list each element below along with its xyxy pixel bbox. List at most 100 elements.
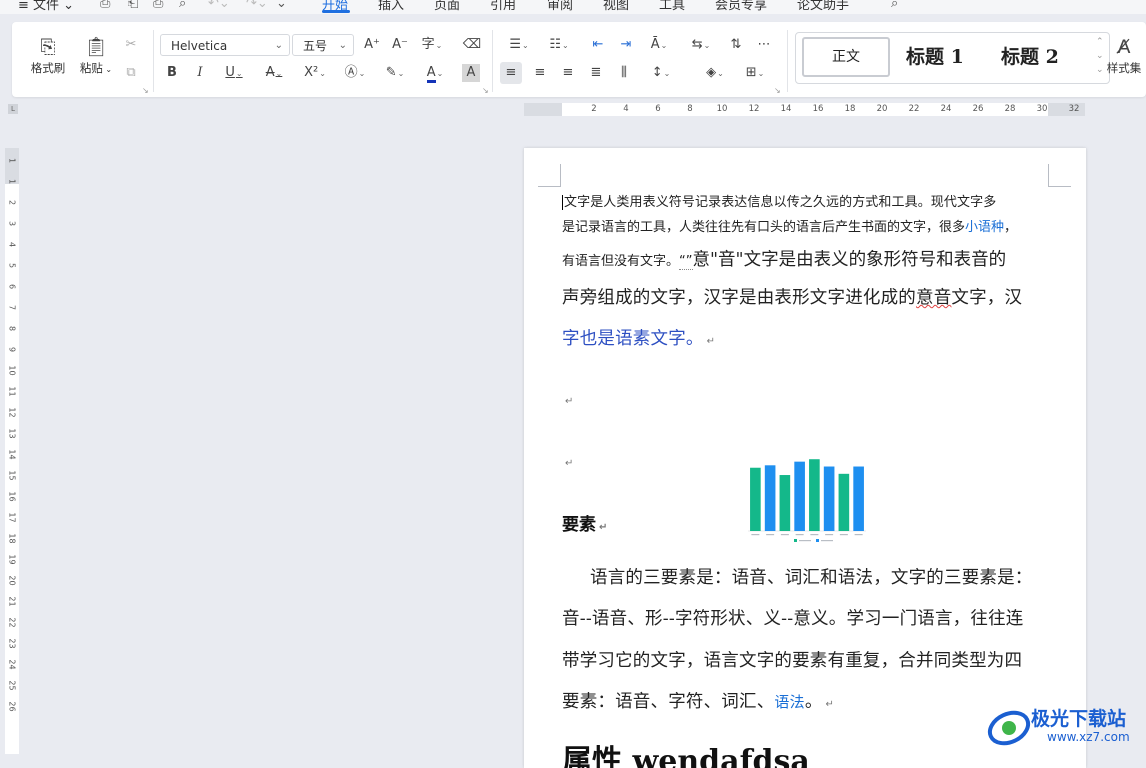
copy-icon[interactable]: ⧉ <box>122 64 140 82</box>
line-spacing-icon[interactable]: ↕⌄ <box>646 64 676 83</box>
paste-button[interactable]: 📋︎ 粘贴 ⌄ <box>74 34 118 76</box>
chart-legend-label <box>821 540 833 542</box>
char-shading-icon[interactable]: A <box>462 64 480 82</box>
style-set-button[interactable]: A̸ 样式集 <box>1102 34 1146 76</box>
chart-tick-label <box>780 534 789 536</box>
tab-page[interactable]: 页面 <box>434 0 460 13</box>
increase-indent-icon[interactable]: ⇥ <box>616 36 636 54</box>
ruler-tick-label: 8 <box>687 104 693 114</box>
ruler-tick-label: 17 <box>7 512 17 523</box>
embedded-bar-chart[interactable] <box>738 456 870 548</box>
chevron-down-icon: ⌄ <box>274 40 283 51</box>
phonetic-guide-icon[interactable]: 字⌄ <box>418 36 446 55</box>
chart-bar <box>779 475 791 531</box>
tab-member[interactable]: 会员专享 <box>715 0 767 13</box>
font-expand-icon[interactable]: ↘ <box>482 86 489 95</box>
text-cursor <box>562 195 563 210</box>
style-heading-2[interactable]: 标题 2 <box>1001 37 1059 77</box>
italic-icon[interactable]: I <box>192 64 208 82</box>
vertical-ruler[interactable]: 1 1 2 3 4 5 6 7 8 9 10 11 12 13 14 15 16 17 18 19 20 21 22 23 24… <box>5 148 19 754</box>
print-icon[interactable]: ⎙ <box>153 0 163 11</box>
style-normal[interactable]: 正文 <box>802 37 890 77</box>
style-heading-1[interactable]: 标题 1 <box>906 37 964 77</box>
justify-icon[interactable]: ≣ <box>586 64 606 82</box>
tab-references[interactable]: 引用 <box>490 0 516 13</box>
align-left-icon[interactable]: ≡ <box>500 62 522 84</box>
text-run: 文字，汉 <box>951 288 1023 308</box>
format-painter-icon: ⎘ <box>40 36 56 58</box>
heading-text: 要素 <box>562 515 596 535</box>
chart-bar <box>750 467 761 531</box>
tab-paper-assistant[interactable]: 论文助手 <box>797 0 849 13</box>
distributed-icon[interactable]: ⫼ <box>614 64 634 82</box>
ruler-tick-label: 7 <box>7 304 17 311</box>
document-page[interactable]: 文字是人类用表义符号记录表达信息以传之久远的方式和工具。现代文字多 是记录语言的… <box>524 148 1086 768</box>
tab-review[interactable]: 审阅 <box>547 0 573 13</box>
paragraph-mark: ↵ <box>825 699 835 710</box>
print-preview-icon[interactable]: ⌕ <box>179 0 186 11</box>
hyperlink[interactable]: 语法 <box>774 693 804 711</box>
highlight-icon[interactable]: ✎⌄ <box>380 64 410 83</box>
underline-icon[interactable]: U⌄ <box>220 64 248 83</box>
bold-icon[interactable]: B <box>164 64 180 82</box>
shrink-font-icon[interactable]: A⁻ <box>390 36 410 54</box>
tab-tools[interactable]: 工具 <box>659 0 685 13</box>
ruler-tick-label: 4 <box>7 241 17 248</box>
hyperlink[interactable]: 小语种 <box>965 220 1004 235</box>
sort-icon[interactable]: ⇅ <box>726 36 746 54</box>
section-heading: 要素 ↵ <box>562 510 607 535</box>
file-menu[interactable]: ≡ 文件 ⌄ <box>18 0 74 13</box>
ruler-tick-label: 26 <box>972 104 984 114</box>
align-center-icon[interactable]: ≡ <box>530 64 550 82</box>
text-run: ， <box>1004 220 1018 235</box>
clipboard-expand-icon[interactable]: ↘ <box>142 86 149 95</box>
text-line: 是记录语言的工具，人类往往先有口头的语言后产生书面的文字，很多小语种， <box>562 216 1017 235</box>
chart-tick-label <box>839 534 848 536</box>
superscript-icon[interactable]: X²⌄ <box>300 64 330 83</box>
font-name-select[interactable]: Helvetica ⌄ <box>160 34 290 56</box>
sort-direction-icon[interactable]: ⇆⌄ <box>686 36 716 55</box>
cut-icon[interactable]: ✂ <box>122 36 140 54</box>
tab-insert[interactable]: 插入 <box>378 0 404 13</box>
numbered-list-icon[interactable]: ☷⌄ <box>544 36 574 55</box>
ruler-tick-label: 19 <box>7 554 17 565</box>
text-line: 要素：语音、字符、词汇、语法。 ↵ <box>562 688 834 713</box>
spelling-flag[interactable]: 意音 <box>916 288 951 308</box>
empty-paragraph: ↵ <box>562 393 573 408</box>
shading-icon[interactable]: ◈⌄ <box>700 64 730 83</box>
text-direction-icon[interactable]: Ā⌄ <box>644 36 674 55</box>
save-icon[interactable]: ⎙ <box>100 0 110 11</box>
undo-icon[interactable]: ↶⌄ <box>208 0 230 11</box>
redo-icon[interactable]: ↷⌄ <box>246 0 268 11</box>
font-size-select[interactable]: 五号 ⌄ <box>292 34 354 56</box>
strikethrough-icon[interactable]: A⌄ <box>260 64 288 83</box>
document-heading: 属性 wendafdsa <box>562 744 810 768</box>
decrease-indent-icon[interactable]: ⇤ <box>588 36 608 54</box>
text-line: 声旁组成的文字，汉字是由表形文字进化成的意音文字，汉 <box>562 284 1022 309</box>
text-effect-icon[interactable]: Ⓐ⌄ <box>340 64 370 83</box>
paragraph-expand-icon[interactable]: ↘ <box>774 86 781 95</box>
clear-format-icon[interactable]: ⌫ <box>462 36 482 54</box>
tab-view[interactable]: 视图 <box>603 0 629 13</box>
paragraph-mark: ↵ <box>565 396 574 407</box>
ruler-tick-label: 9 <box>7 346 17 353</box>
export-icon[interactable]: ⎗ <box>128 0 138 11</box>
ruler-tick-label: 11 <box>7 386 17 397</box>
grow-font-icon[interactable]: A⁺ <box>362 36 382 54</box>
more-quick-icon[interactable]: ⌄ <box>276 0 287 11</box>
text-run: 语言的三要素是：语音、词汇和语法，文字的三要素是： <box>590 568 1033 588</box>
search-icon[interactable]: ⌕ <box>891 0 898 11</box>
ruler-toggle-icon[interactable]: L <box>8 104 18 114</box>
show-marks-icon[interactable]: ⋯ <box>754 36 774 54</box>
ruler-tick-label: 22 <box>908 104 920 114</box>
bullet-list-icon[interactable]: ☰⌄ <box>504 36 534 55</box>
format-painter-button[interactable]: ⎘ 格式刷 <box>26 34 70 76</box>
horizontal-ruler[interactable]: 2 4 6 8 10 12 14 16 18 20 22 24 26 28 30 32 <box>524 103 1085 116</box>
align-right-icon[interactable]: ≡ <box>558 64 578 82</box>
ruler-tick-label: 18 <box>7 533 17 544</box>
ruler-tick-label: 26 <box>7 701 17 712</box>
divider <box>492 30 493 92</box>
borders-icon[interactable]: ⊞⌄ <box>740 64 770 83</box>
font-color-icon[interactable]: A⌄ <box>420 64 450 83</box>
ruler-tick-label: 12 <box>748 104 760 114</box>
